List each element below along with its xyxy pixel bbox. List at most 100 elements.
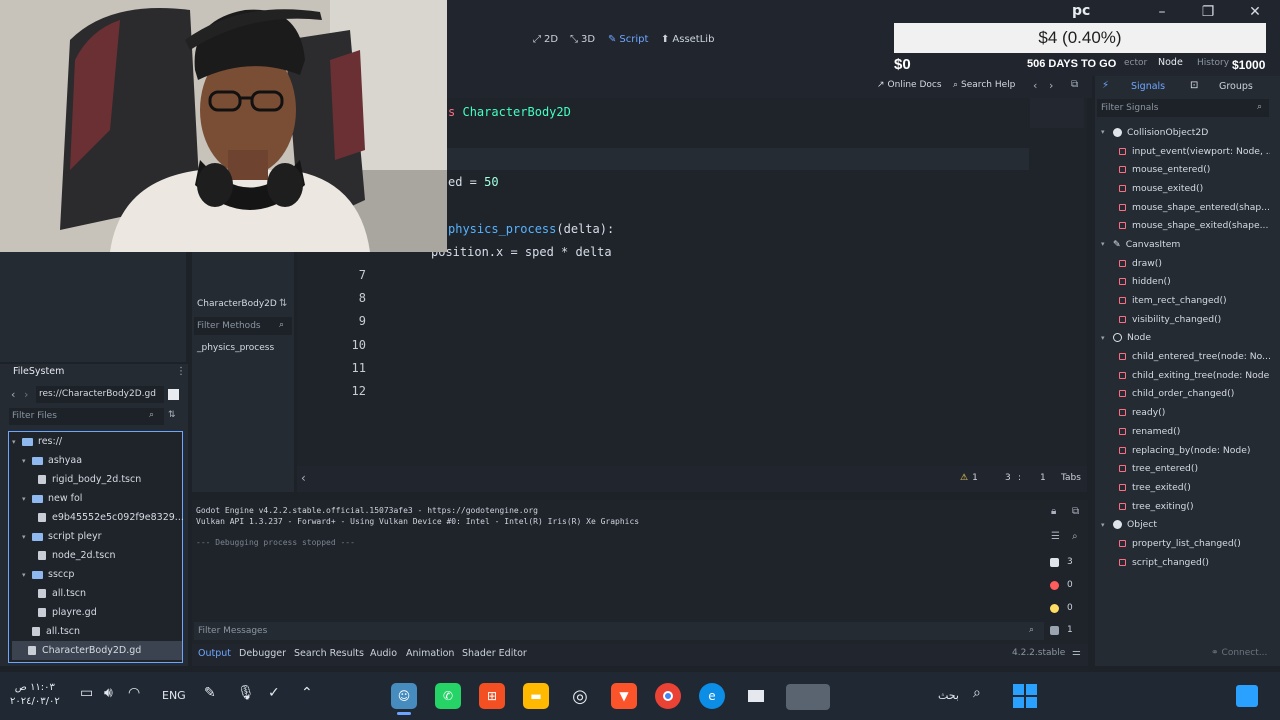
start-button[interactable] bbox=[1013, 684, 1037, 708]
mode-2d-button[interactable]: ⤢ 2D bbox=[533, 30, 558, 48]
signal-item[interactable]: hidden() bbox=[1095, 273, 1270, 292]
mode-assetlib-button[interactable]: ⬆ AssetLib bbox=[661, 30, 714, 48]
filter-warnings-toggle[interactable]: 0 bbox=[1050, 603, 1073, 613]
tab-signals[interactable]: Signals bbox=[1131, 81, 1165, 92]
edge-taskbar-icon[interactable]: e bbox=[699, 683, 725, 709]
filter-messages-toggle[interactable]: 3 bbox=[1050, 557, 1073, 567]
close-icon[interactable]: ✕ bbox=[1244, 2, 1266, 22]
tab-audio[interactable]: Audio bbox=[370, 648, 397, 659]
search-help-button[interactable]: ⌕ Search Help bbox=[953, 80, 1015, 90]
godot-taskbar-icon[interactable]: ☺ bbox=[391, 683, 417, 709]
clear-icon[interactable]: ☰ bbox=[1051, 531, 1060, 542]
tree-item-file-selected[interactable]: CharacterBody2D.gd bbox=[12, 641, 182, 660]
mode-script-button[interactable]: ✎ Script bbox=[608, 30, 648, 48]
lock-icon[interactable]: 🔒︎ bbox=[1051, 506, 1056, 517]
split-mode-icon[interactable] bbox=[168, 389, 179, 400]
toggle-panel-icon[interactable]: ‹ bbox=[301, 471, 306, 485]
tree-item-folder[interactable]: ▾ ashyaa bbox=[12, 451, 182, 470]
tab-search-results[interactable]: Search Results bbox=[294, 648, 364, 659]
tree-item-folder[interactable]: ▾ script pleyr bbox=[12, 527, 182, 546]
signal-item[interactable]: property_list_changed() bbox=[1095, 534, 1270, 553]
signal-item[interactable]: replacing_by(node: Node) bbox=[1095, 441, 1270, 460]
task-view-icon[interactable] bbox=[1236, 685, 1258, 707]
indent-mode[interactable]: Tabs bbox=[1061, 473, 1081, 483]
tree-item-folder[interactable]: ▾ res:// bbox=[12, 432, 182, 451]
signal-item[interactable]: item_rect_changed() bbox=[1095, 291, 1270, 310]
tree-item-folder[interactable]: ▾ new fol bbox=[12, 489, 182, 508]
taskbar-clock[interactable]: ١١:٠٣ ص ٢٠٢٤/٠٣/٠٢ bbox=[10, 681, 60, 709]
tree-item-file[interactable]: all.tscn bbox=[12, 584, 182, 603]
tray-app-icon[interactable]: ✓ bbox=[268, 685, 280, 701]
forward-icon[interactable]: › bbox=[24, 388, 28, 401]
signal-item[interactable]: mouse_shape_exited(shape... bbox=[1095, 216, 1270, 235]
signal-item[interactable]: tree_exited() bbox=[1095, 478, 1270, 497]
tab-debugger[interactable]: Debugger bbox=[239, 648, 286, 659]
obs-taskbar-icon[interactable]: ◎ bbox=[567, 683, 593, 709]
tab-output[interactable]: Output bbox=[198, 648, 231, 659]
signal-item[interactable]: mouse_shape_entered(shap... bbox=[1095, 198, 1270, 217]
tab-groups[interactable]: Groups bbox=[1219, 81, 1253, 92]
tree-item-file[interactable]: playre.gd bbox=[12, 603, 182, 622]
warnings-indicator[interactable]: ⚠ 1 bbox=[960, 473, 978, 483]
method-item[interactable]: _physics_process bbox=[197, 343, 274, 353]
signal-item[interactable]: ready() bbox=[1095, 403, 1270, 422]
pen-icon[interactable]: ✎ bbox=[204, 685, 216, 701]
tree-item-file[interactable]: node_2d.tscn bbox=[12, 546, 182, 565]
wifi-icon[interactable]: ◠ bbox=[128, 685, 140, 701]
signal-item[interactable]: mouse_exited() bbox=[1095, 179, 1270, 198]
signal-class-header[interactable]: ▾ ✎ CanvasItem bbox=[1095, 235, 1270, 254]
battery-icon[interactable]: ▭ bbox=[80, 685, 93, 701]
signal-item[interactable]: tree_exiting() bbox=[1095, 497, 1270, 516]
minimize-icon[interactable]: – bbox=[1151, 2, 1173, 22]
code-minimap[interactable] bbox=[1030, 98, 1084, 128]
history-tab[interactable]: History bbox=[1197, 58, 1229, 68]
signal-item[interactable]: tree_entered() bbox=[1095, 459, 1270, 478]
next-script-icon[interactable]: › bbox=[1049, 79, 1053, 92]
sort-icon[interactable]: ⇅ bbox=[168, 410, 176, 420]
mode-3d-button[interactable]: ⤡ 3D bbox=[570, 30, 595, 48]
volume-icon[interactable]: 🔊︎ bbox=[104, 685, 113, 701]
tree-item-file[interactable]: e9b45552e5c092f9e8329... bbox=[12, 508, 184, 527]
filter-messages-input[interactable] bbox=[194, 622, 1044, 640]
node-tab[interactable]: Node bbox=[1158, 57, 1183, 68]
online-docs-button[interactable]: ↗ Online Docs bbox=[877, 80, 942, 90]
sort-icon[interactable]: ⇅ bbox=[279, 298, 287, 309]
inspector-tab[interactable]: ector bbox=[1124, 58, 1147, 68]
tab-shader-editor[interactable]: Shader Editor bbox=[462, 648, 527, 659]
filter-info-toggle[interactable]: 1 bbox=[1050, 625, 1073, 635]
signal-class-header[interactable]: ▾ Node bbox=[1095, 329, 1270, 348]
signal-item[interactable]: renamed() bbox=[1095, 422, 1270, 441]
signal-item[interactable]: input_event(viewport: Node, ... bbox=[1095, 142, 1270, 161]
whatsapp-taskbar-icon[interactable]: ✆ bbox=[435, 683, 461, 709]
signal-item[interactable]: child_entered_tree(node: No... bbox=[1095, 347, 1270, 366]
float-window-icon[interactable]: ⧉ bbox=[1071, 79, 1078, 90]
store-taskbar-icon[interactable]: ⊞ bbox=[479, 683, 505, 709]
back-icon[interactable]: ‹ bbox=[11, 388, 15, 401]
widget-taskbar-icon[interactable] bbox=[786, 684, 830, 710]
signal-item[interactable]: script_changed() bbox=[1095, 553, 1270, 572]
brave-taskbar-icon[interactable]: ▼ bbox=[611, 683, 637, 709]
search-icon[interactable]: ⌕ bbox=[1072, 531, 1078, 542]
signal-item[interactable]: child_exiting_tree(node: Node) bbox=[1095, 366, 1270, 385]
signal-item[interactable]: draw() bbox=[1095, 254, 1270, 273]
taskbar-search-label[interactable]: بحث bbox=[938, 689, 959, 702]
explorer-taskbar-icon[interactable]: ▬ bbox=[523, 683, 549, 709]
tab-animation[interactable]: Animation bbox=[406, 648, 454, 659]
signal-class-header[interactable]: ▾ Object bbox=[1095, 515, 1270, 534]
prev-script-icon[interactable]: ‹ bbox=[1033, 79, 1037, 92]
tree-item-folder[interactable]: ▾ ssccp bbox=[12, 565, 182, 584]
chrome-taskbar-icon[interactable] bbox=[655, 683, 681, 709]
layout-icon[interactable]: ⚌ bbox=[1072, 647, 1081, 658]
signal-item[interactable]: child_order_changed() bbox=[1095, 385, 1270, 404]
search-icon[interactable]: ⌕ bbox=[973, 685, 981, 701]
connect-button[interactable]: ⚭ Connect... bbox=[1211, 648, 1267, 658]
language-indicator[interactable]: ENG bbox=[162, 689, 186, 702]
tree-item-file[interactable]: rigid_body_2d.tscn bbox=[12, 470, 182, 489]
notepad-taskbar-icon[interactable] bbox=[743, 683, 769, 709]
maximize-icon[interactable]: ❐ bbox=[1197, 2, 1219, 22]
copy-icon[interactable]: ⧉ bbox=[1072, 506, 1079, 517]
signal-item[interactable]: visibility_changed() bbox=[1095, 310, 1270, 329]
microphone-icon[interactable]: 🎙︎ bbox=[237, 685, 255, 701]
dock-menu-icon[interactable]: ⋮ bbox=[176, 366, 186, 377]
signal-class-header[interactable]: ▾ CollisionObject2D bbox=[1095, 123, 1270, 142]
